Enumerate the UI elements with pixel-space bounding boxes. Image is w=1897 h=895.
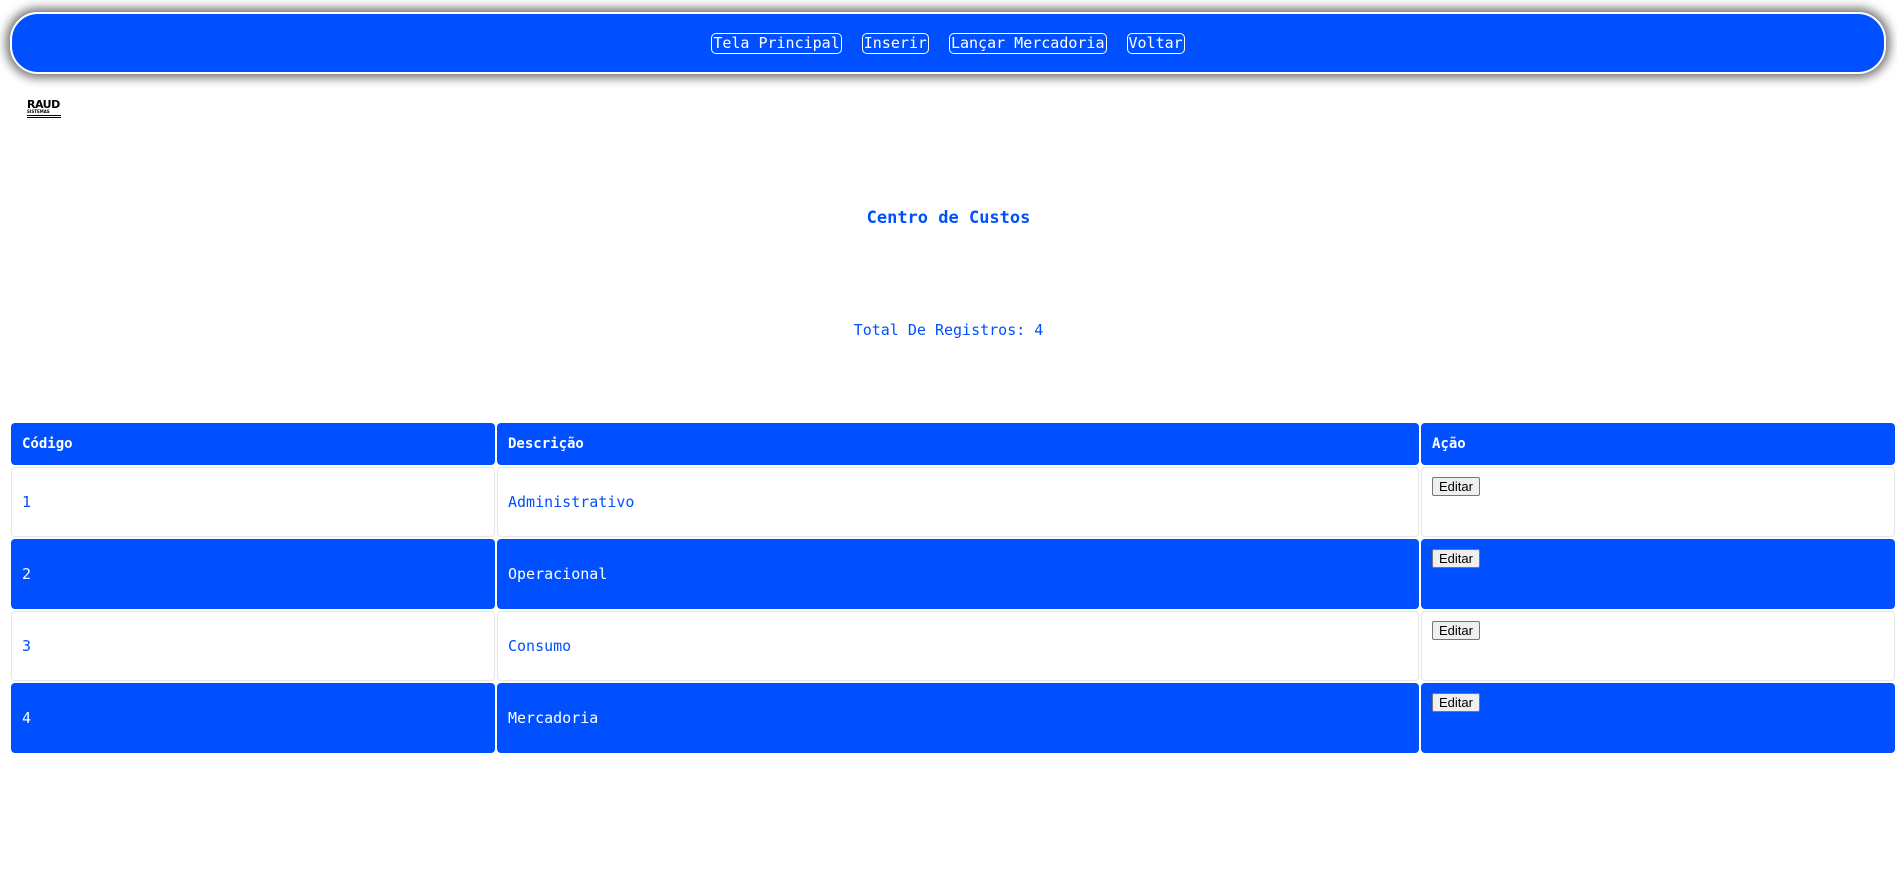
table-row: 3 Consumo Editar — [11, 611, 1895, 681]
top-navigation-bar: Tela Principal Inserir Lançar Mercadoria… — [10, 12, 1886, 74]
cell-descricao: Operacional — [497, 539, 1419, 609]
cell-acao: Editar — [1421, 539, 1895, 609]
cell-acao: Editar — [1421, 467, 1895, 537]
cell-acao: Editar — [1421, 611, 1895, 681]
column-header-acao: Ação — [1421, 423, 1895, 465]
cell-acao: Editar — [1421, 683, 1895, 753]
page-title: Centro de Custos — [866, 208, 1031, 228]
nav-tela-principal-button[interactable]: Tela Principal — [711, 32, 842, 54]
cell-codigo: 1 — [11, 467, 495, 537]
cell-descricao: Consumo — [497, 611, 1419, 681]
edit-button[interactable]: Editar — [1432, 549, 1480, 568]
cost-centers-table: Código Descrição Ação 1 Administrativo E… — [9, 421, 1897, 755]
cell-descricao: Mercadoria — [497, 683, 1419, 753]
cell-codigo: 2 — [11, 539, 495, 609]
column-header-codigo: Código — [11, 423, 495, 465]
nav-lancar-mercadoria-button[interactable]: Lançar Mercadoria — [948, 32, 1107, 54]
edit-button[interactable]: Editar — [1432, 621, 1480, 640]
table-header-row: Código Descrição Ação — [11, 423, 1895, 465]
raud-logo: RAUD SISTEMAS — [27, 99, 61, 123]
column-header-descricao: Descrição — [497, 423, 1419, 465]
nav-inserir-button[interactable]: Inserir — [861, 32, 929, 54]
total-records-label: Total De Registros: 4 — [853, 321, 1044, 339]
table-row: 1 Administrativo Editar — [11, 467, 1895, 537]
nav-voltar-button[interactable]: Voltar — [1126, 32, 1185, 54]
table-row: 4 Mercadoria Editar — [11, 683, 1895, 753]
cell-codigo: 3 — [11, 611, 495, 681]
cell-codigo: 4 — [11, 683, 495, 753]
logo-line — [27, 115, 61, 116]
cell-descricao: Administrativo — [497, 467, 1419, 537]
table-row: 2 Operacional Editar — [11, 539, 1895, 609]
edit-button[interactable]: Editar — [1432, 477, 1480, 496]
edit-button[interactable]: Editar — [1432, 693, 1480, 712]
logo-line — [27, 117, 61, 118]
